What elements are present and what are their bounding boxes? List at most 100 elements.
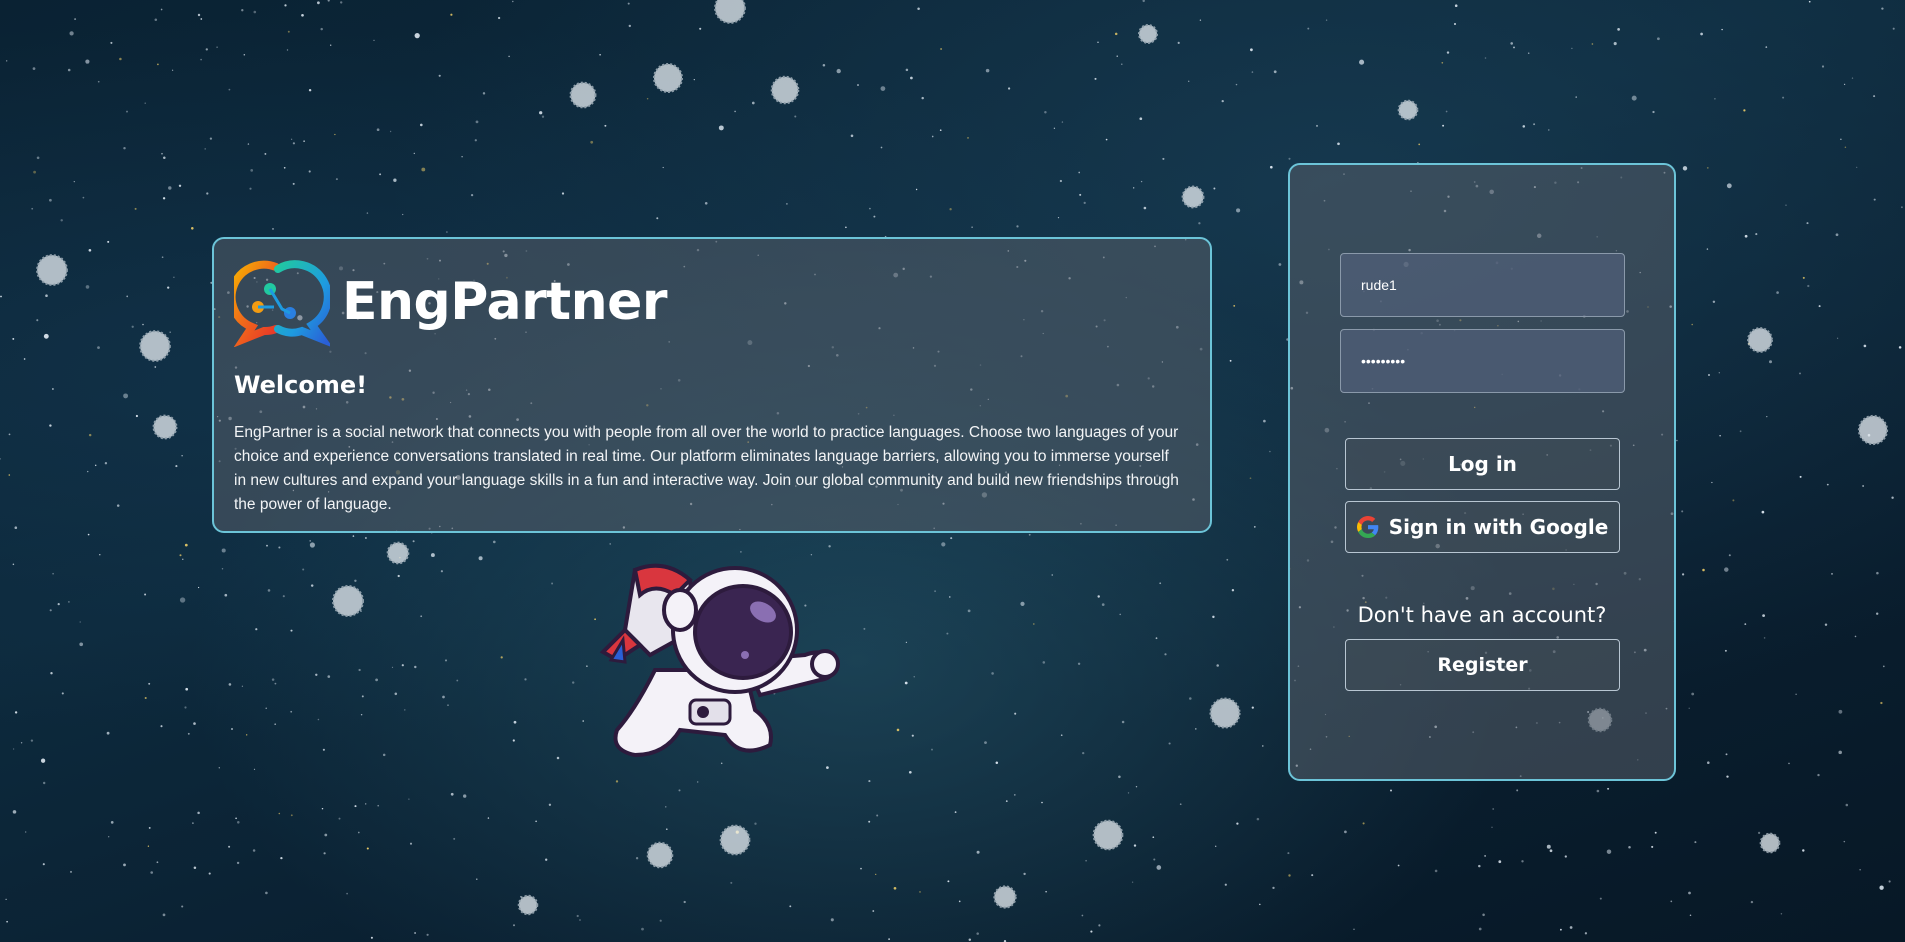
star bbox=[482, 92, 486, 95]
star bbox=[1584, 932, 1588, 935]
star bbox=[915, 188, 918, 191]
star bbox=[184, 543, 188, 547]
star bbox=[252, 849, 256, 852]
star bbox=[49, 198, 52, 202]
star bbox=[1090, 930, 1093, 933]
star bbox=[1859, 869, 1861, 871]
asteroid bbox=[1747, 327, 1773, 353]
star bbox=[1688, 707, 1690, 709]
star bbox=[116, 504, 120, 507]
star bbox=[868, 780, 871, 783]
star bbox=[857, 84, 859, 86]
star bbox=[1799, 372, 1801, 375]
star bbox=[167, 286, 170, 289]
star bbox=[860, 867, 862, 870]
star bbox=[1782, 96, 1785, 99]
star bbox=[197, 13, 201, 17]
star bbox=[1101, 603, 1105, 606]
star bbox=[1213, 187, 1216, 190]
star bbox=[1454, 4, 1458, 7]
star bbox=[85, 285, 90, 289]
star bbox=[1016, 225, 1019, 228]
star bbox=[187, 732, 190, 735]
astronaut-illustration bbox=[599, 563, 840, 758]
star bbox=[1097, 595, 1100, 598]
star bbox=[36, 156, 40, 160]
star bbox=[99, 554, 101, 556]
star bbox=[283, 166, 286, 169]
login-button[interactable]: Log in bbox=[1345, 438, 1620, 490]
star bbox=[181, 905, 184, 908]
star bbox=[1880, 701, 1883, 705]
star bbox=[181, 455, 183, 457]
star bbox=[730, 881, 733, 884]
star bbox=[31, 207, 34, 210]
star bbox=[1162, 157, 1165, 160]
star bbox=[57, 603, 60, 606]
star bbox=[206, 192, 209, 195]
star bbox=[539, 111, 543, 115]
star bbox=[394, 692, 398, 696]
star bbox=[665, 806, 667, 808]
star bbox=[1441, 61, 1444, 64]
asteroid bbox=[1759, 832, 1781, 854]
star bbox=[440, 570, 443, 573]
star bbox=[1606, 849, 1612, 854]
star bbox=[309, 540, 312, 542]
star bbox=[1763, 637, 1766, 639]
star bbox=[175, 465, 178, 468]
star bbox=[931, 135, 934, 138]
star bbox=[1873, 198, 1876, 201]
star bbox=[1259, 903, 1261, 906]
star bbox=[85, 59, 90, 64]
star bbox=[967, 137, 969, 139]
star bbox=[1098, 924, 1101, 927]
star bbox=[1691, 323, 1693, 326]
asteroid bbox=[646, 841, 674, 869]
star bbox=[1863, 344, 1867, 348]
star bbox=[880, 146, 883, 149]
star bbox=[131, 325, 134, 328]
star bbox=[1216, 664, 1219, 667]
star bbox=[1617, 28, 1620, 31]
star bbox=[1882, 665, 1885, 668]
password-input[interactable] bbox=[1340, 329, 1625, 393]
star bbox=[264, 152, 267, 155]
star bbox=[43, 333, 49, 339]
star bbox=[142, 323, 144, 326]
star bbox=[338, 817, 341, 820]
star bbox=[366, 212, 369, 214]
star bbox=[875, 873, 877, 876]
star bbox=[354, 805, 357, 808]
star bbox=[1769, 360, 1772, 364]
star bbox=[1631, 95, 1637, 101]
star bbox=[208, 872, 211, 875]
star bbox=[389, 130, 392, 133]
star bbox=[582, 720, 584, 722]
star bbox=[335, 178, 338, 181]
google-button-label: Sign in with Google bbox=[1388, 515, 1609, 539]
star bbox=[163, 156, 166, 159]
register-button[interactable]: Register bbox=[1345, 639, 1620, 691]
star bbox=[271, 678, 275, 681]
star bbox=[1269, 450, 1271, 453]
star bbox=[309, 542, 315, 548]
star bbox=[334, 133, 336, 136]
star bbox=[1689, 914, 1692, 917]
star bbox=[1854, 635, 1857, 638]
star bbox=[1233, 304, 1236, 307]
star bbox=[896, 728, 900, 732]
star bbox=[247, 143, 250, 145]
star bbox=[1143, 206, 1147, 210]
star bbox=[216, 46, 218, 49]
star bbox=[1681, 510, 1684, 513]
star bbox=[1831, 573, 1833, 575]
google-signin-button[interactable]: Sign in with Google bbox=[1345, 501, 1620, 553]
star bbox=[1231, 589, 1235, 592]
username-input[interactable] bbox=[1340, 253, 1625, 317]
star bbox=[1127, 792, 1130, 794]
star bbox=[360, 713, 363, 716]
star bbox=[1311, 874, 1314, 877]
star bbox=[1688, 891, 1691, 895]
star bbox=[921, 96, 924, 100]
